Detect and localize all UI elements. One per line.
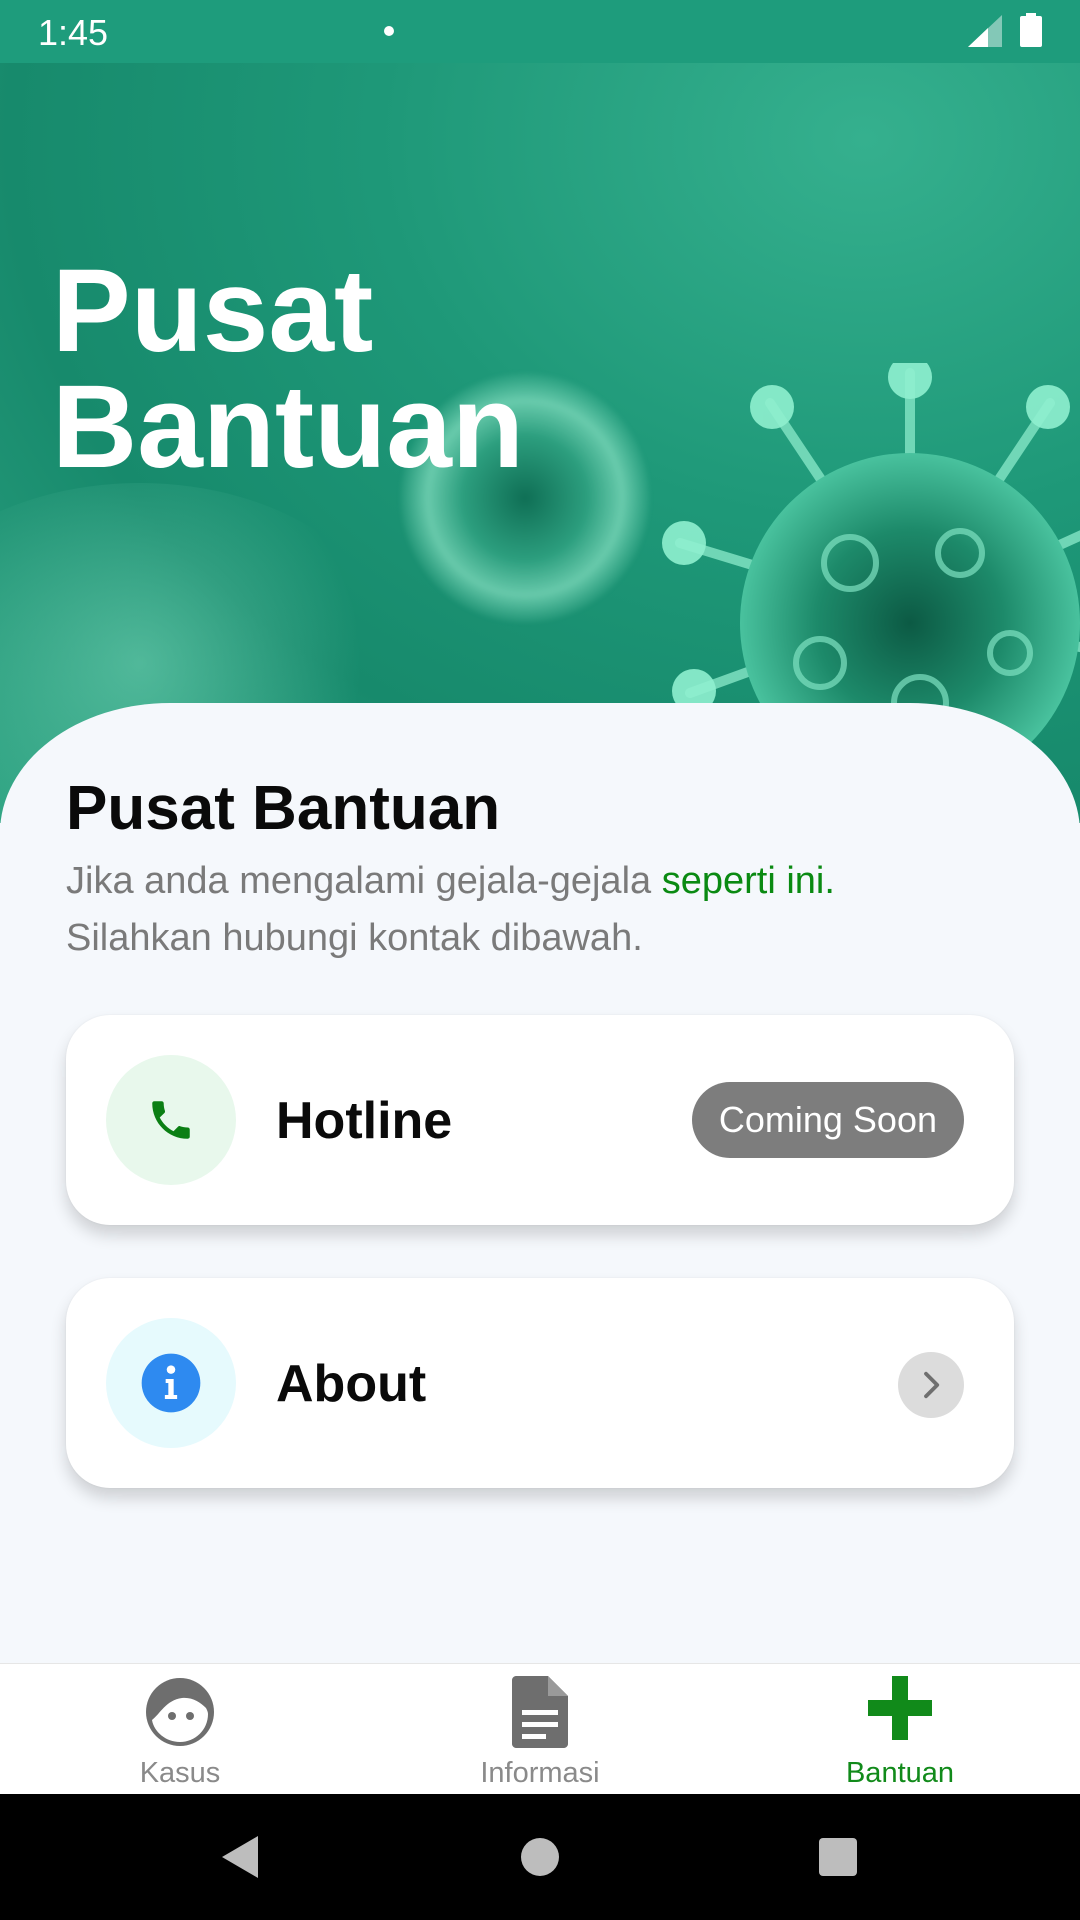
chevron-right-icon — [924, 1371, 940, 1399]
signal-icon — [968, 15, 1002, 47]
system-navigation-bar — [0, 1794, 1080, 1920]
document-icon — [512, 1676, 568, 1748]
hero-title: Pusat Bantuan — [52, 245, 524, 493]
description-text-2: Silahkan hubungi kontak dibawah. — [66, 917, 643, 959]
coming-soon-badge: Coming Soon — [691, 1082, 964, 1158]
nav-label-kasus: Kasus — [139, 1757, 221, 1789]
section-title: Pusat Bantuan — [66, 774, 501, 843]
status-time: 1:45 — [38, 12, 109, 53]
about-label: About — [276, 1355, 427, 1413]
about-icon-circle — [106, 1318, 236, 1448]
info-icon — [141, 1353, 201, 1413]
about-arrow-button[interactable] — [898, 1352, 964, 1418]
nav-label-bantuan: Bantuan — [845, 1757, 955, 1789]
content-sheet: Pusat Bantuan Jika anda mengalami gejala… — [0, 703, 1080, 1663]
phone-icon — [152, 1101, 190, 1139]
home-button[interactable] — [480, 1794, 600, 1920]
nav-label-informasi: Informasi — [480, 1757, 600, 1789]
hotline-icon-circle — [106, 1055, 236, 1185]
hero-title-line2: Bantuan — [52, 361, 524, 493]
nav-item-kasus[interactable]: Kasus — [0, 1664, 360, 1795]
about-card[interactable]: About — [66, 1278, 1014, 1488]
battery-icon — [1020, 13, 1042, 47]
back-button[interactable] — [180, 1794, 300, 1920]
notification-dot-icon — [384, 26, 394, 36]
bottom-navigation: Kasus Informasi Bantuan — [0, 1663, 1080, 1794]
status-bar: 1:45 — [0, 0, 1080, 63]
recents-square-icon — [819, 1838, 857, 1876]
symptoms-link[interactable]: seperti ini. — [662, 860, 835, 902]
plus-icon — [868, 1676, 932, 1740]
back-triangle-icon — [222, 1836, 258, 1878]
hotline-card[interactable]: Hotline Coming Soon — [66, 1015, 1014, 1225]
recents-button[interactable] — [778, 1794, 898, 1920]
nav-item-bantuan[interactable]: Bantuan — [720, 1664, 1080, 1795]
section-description: Jika anda mengalami gejala-gejala sepert… — [66, 853, 1026, 967]
hero-title-line1: Pusat — [52, 245, 374, 377]
nav-item-informasi[interactable]: Informasi — [360, 1664, 720, 1795]
hotline-label: Hotline — [276, 1092, 453, 1150]
description-text: Jika anda mengalami gejala-gejala — [66, 860, 662, 902]
face-icon — [146, 1678, 214, 1746]
home-circle-icon — [521, 1838, 559, 1876]
